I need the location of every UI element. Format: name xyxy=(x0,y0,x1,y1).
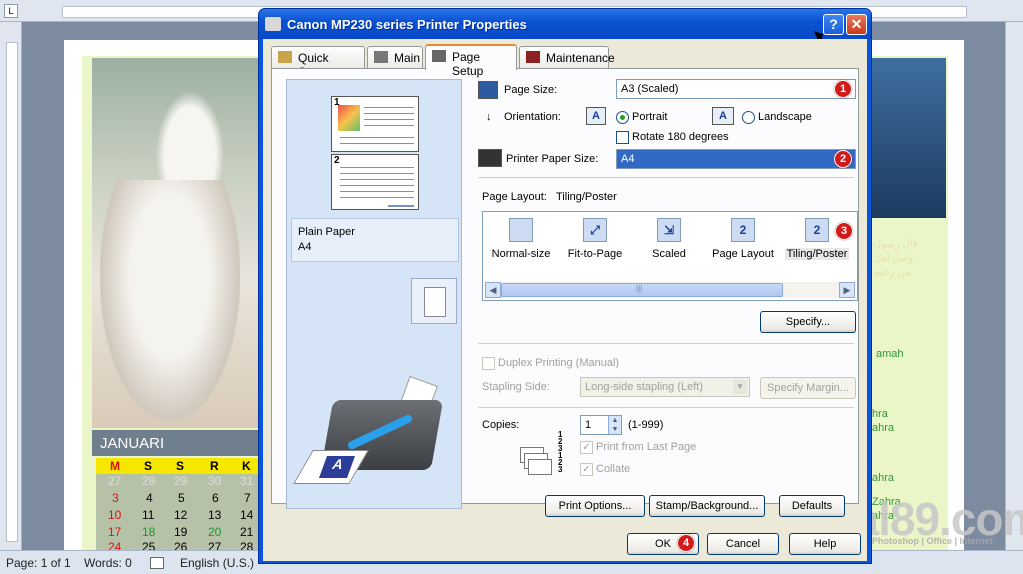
orientation-arrow-icon: ↓ xyxy=(486,111,492,123)
monitor-icon xyxy=(478,81,498,99)
copies-range: (1-999) xyxy=(628,419,664,431)
help-icon[interactable]: ? xyxy=(823,14,844,35)
copies-spinner-icon[interactable]: ▲ ▼ xyxy=(608,416,621,434)
layout-scrollbar[interactable]: ◀ ||| ▶ xyxy=(485,282,855,298)
printer-illustration: A xyxy=(293,375,453,500)
tab-selector[interactable]: L xyxy=(4,4,18,18)
step-badge-4: 4 xyxy=(677,534,695,552)
scaled-icon: ⇲ xyxy=(657,218,681,242)
specify-margin-button[interactable]: Specify Margin... xyxy=(760,377,856,399)
calendar-month: JANUARI xyxy=(92,430,258,456)
dialog-body: Quick Setup Main Page Setup Maintenance … xyxy=(263,39,867,561)
dropdown-arrow-icon[interactable]: ▼ xyxy=(733,380,747,394)
copies-input[interactable]: 1 ▲ ▼ xyxy=(580,415,622,435)
layout-page-layout[interactable]: 2 Page Layout xyxy=(705,218,781,260)
fit-to-page-icon: ⤢ xyxy=(583,218,607,242)
printer-paper-icon xyxy=(478,149,502,167)
print-from-last-checkbox[interactable]: ✓ xyxy=(580,441,593,454)
dialog-title: Canon MP230 series Printer Properties xyxy=(287,17,527,32)
paper-info: Plain Paper A4 xyxy=(291,218,459,262)
tab-maintenance[interactable]: Maintenance xyxy=(519,46,615,68)
copies-stack-icon xyxy=(520,447,554,481)
page-setup-panel: 1 2 Plain Paper A4 A Page Size: A3 (Scal… xyxy=(271,68,859,509)
paper-orientation-preview xyxy=(411,278,457,324)
step-badge-1: 1 xyxy=(834,80,852,98)
landscape-icon: A xyxy=(712,107,734,125)
rotate-label[interactable]: Rotate 180 degrees xyxy=(632,131,729,143)
layout-scaled[interactable]: ⇲ Scaled xyxy=(631,218,707,260)
language-indicator[interactable]: English (U.S.) xyxy=(180,556,254,570)
tab-quick-setup[interactable]: Quick Setup xyxy=(271,46,365,79)
preview-page-1: 1 xyxy=(331,96,419,152)
page-layout-icon: 2 xyxy=(731,218,755,242)
vertical-ruler xyxy=(0,22,22,550)
portrait-radio[interactable] xyxy=(616,111,629,124)
landscape-label[interactable]: Landscape xyxy=(758,111,812,123)
page-count[interactable]: Page: 1 of 1 xyxy=(6,556,71,570)
arabic-lines: قال رسول وصل أهل من رحيم xyxy=(874,239,918,278)
page-size-select[interactable]: A3 (Scaled) xyxy=(616,79,856,99)
dialog-titlebar[interactable]: Canon MP230 series Printer Properties ? … xyxy=(259,9,871,39)
tab-page-setup[interactable]: Page Setup xyxy=(425,44,517,78)
step-badge-2: 2 xyxy=(834,150,852,168)
layout-options-list: Normal-size ⤢ Fit-to-Page ⇲ Scaled 2 Pag… xyxy=(482,211,858,301)
word-count[interactable]: Words: 0 xyxy=(84,556,132,570)
portrait-icon: A xyxy=(586,107,606,125)
page-layout-value: Tiling/Poster xyxy=(556,191,617,203)
cancel-button[interactable]: Cancel xyxy=(707,533,779,555)
printer-properties-dialog: Canon MP230 series Printer Properties ? … xyxy=(258,8,872,564)
proofing-icon[interactable] xyxy=(150,557,164,569)
print-options-button[interactable]: Print Options... xyxy=(545,495,645,517)
stapling-side-select[interactable]: Long-side stapling (Left) ▼ xyxy=(580,377,750,397)
photo-figure xyxy=(100,180,240,420)
main-icon xyxy=(374,51,388,63)
help-button[interactable]: Help xyxy=(789,533,861,555)
specify-button[interactable]: Specify... xyxy=(760,311,856,333)
preview-pane: 1 2 Plain Paper A4 A xyxy=(286,79,462,509)
collate-checkbox[interactable]: ✓ xyxy=(580,463,593,476)
rotate-checkbox[interactable] xyxy=(616,131,629,144)
orientation-label: Orientation: xyxy=(504,111,561,123)
stapling-label: Stapling Side: xyxy=(482,381,550,393)
scroll-right-icon[interactable]: ▶ xyxy=(839,282,855,298)
copies-label: Copies: xyxy=(482,419,520,431)
printer-paper-size-select[interactable]: A4 xyxy=(616,149,856,169)
scroll-left-icon[interactable]: ◀ xyxy=(485,282,501,298)
print-from-last-label[interactable]: Print from Last Page xyxy=(596,441,696,453)
maintenance-icon xyxy=(526,51,540,63)
normal-size-icon xyxy=(509,218,533,242)
printer-icon xyxy=(265,17,281,31)
printer-paper-size-label: Printer Paper Size: xyxy=(506,153,599,165)
calendar-dates: 27 28 29 30 31 3 4 5 6 7 10 11 12 13 14 … xyxy=(96,474,258,554)
collate-label[interactable]: Collate xyxy=(596,463,630,475)
layout-normal-size[interactable]: Normal-size xyxy=(483,218,559,260)
copies-order-digits: 1 2 3 1 2 3 xyxy=(558,430,563,474)
step-badge-3: 3 xyxy=(835,222,853,240)
arabic-text-panel xyxy=(872,58,946,218)
landscape-radio[interactable] xyxy=(742,111,755,124)
preview-page-2: 2 xyxy=(331,154,419,210)
duplex-checkbox[interactable] xyxy=(482,357,495,370)
portrait-label[interactable]: Portrait xyxy=(632,111,667,123)
page-setup-icon xyxy=(432,50,446,62)
tab-main[interactable]: Main xyxy=(367,46,423,68)
quick-setup-icon xyxy=(278,51,292,63)
stamp-background-button[interactable]: Stamp/Background... xyxy=(649,495,765,517)
close-icon[interactable]: ✕ xyxy=(846,14,867,35)
page-size-label: Page Size: xyxy=(504,84,558,96)
scroll-thumb[interactable]: ||| xyxy=(501,283,783,297)
vertical-scrollbar[interactable] xyxy=(1005,22,1023,550)
calendar-weekdays: M S S R K xyxy=(96,458,258,474)
defaults-button[interactable]: Defaults xyxy=(779,495,845,517)
page-layout-label: Page Layout: xyxy=(482,191,547,203)
duplex-label[interactable]: Duplex Printing (Manual) xyxy=(498,357,619,369)
tiling-poster-icon: 2 xyxy=(805,218,829,242)
layout-fit-to-page[interactable]: ⤢ Fit-to-Page xyxy=(557,218,633,260)
